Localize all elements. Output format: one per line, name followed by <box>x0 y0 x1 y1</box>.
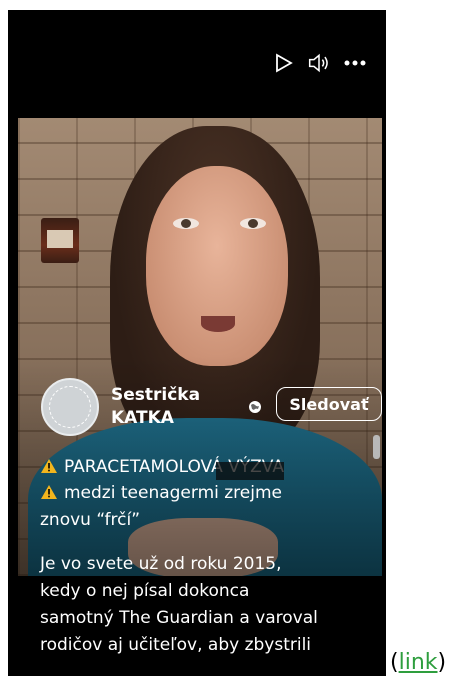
video-player: Sestrička KATKA Sledovať PARACETAMOLOVÁ … <box>8 10 386 676</box>
presenter-mouth <box>201 316 235 332</box>
candle-jar <box>41 218 79 263</box>
author-name-line1: Sestrička <box>111 385 201 405</box>
author-block[interactable]: Sestrička KATKA <box>41 378 211 436</box>
caption-line-2: medzi teenagermi zrejme znovu “frčí” <box>40 480 370 534</box>
play-icon[interactable] <box>272 52 294 74</box>
post-text: Je vo svete už od roku 2015, kedy o nej … <box>40 551 380 659</box>
warning-icon <box>41 459 57 473</box>
source-link-wrapper: (link) <box>390 650 446 675</box>
caption-text-3: znovu “frčí” <box>40 510 141 530</box>
presenter-eye-right <box>240 218 266 229</box>
volume-icon[interactable] <box>308 52 330 74</box>
post-text-line: samotný The Guardian a varoval <box>40 608 318 628</box>
caption-text-2: medzi teenagermi zrejme <box>64 483 283 503</box>
warning-icon <box>41 485 57 499</box>
caption-line-1: PARACETAMOLOVÁ VÝZVA <box>40 454 370 481</box>
paren-close: ) <box>437 650 447 675</box>
post-text-line: kedy o nej písal dokonca <box>40 581 250 601</box>
subtitle-overlay <box>216 462 284 480</box>
player-controls <box>272 52 366 74</box>
follow-button[interactable]: Sledovať <box>276 387 382 421</box>
source-link[interactable]: link <box>399 650 438 675</box>
paren-open: ( <box>390 650 399 675</box>
presenter-eye-left <box>173 218 199 229</box>
avatar-logo <box>49 386 91 428</box>
author-name-line2: KATKA <box>111 408 174 428</box>
globe-icon <box>249 401 261 413</box>
post-text-line: rodičov aj učiteľov, aby zbystrili <box>40 635 312 655</box>
scrollbar-thumb[interactable] <box>373 435 380 459</box>
more-icon[interactable] <box>344 52 366 74</box>
author-name[interactable]: Sestrička KATKA <box>111 384 211 430</box>
post-text-line: Je vo svete už od roku 2015, <box>40 554 282 574</box>
presenter-face <box>146 166 288 366</box>
author-avatar[interactable] <box>41 378 99 436</box>
